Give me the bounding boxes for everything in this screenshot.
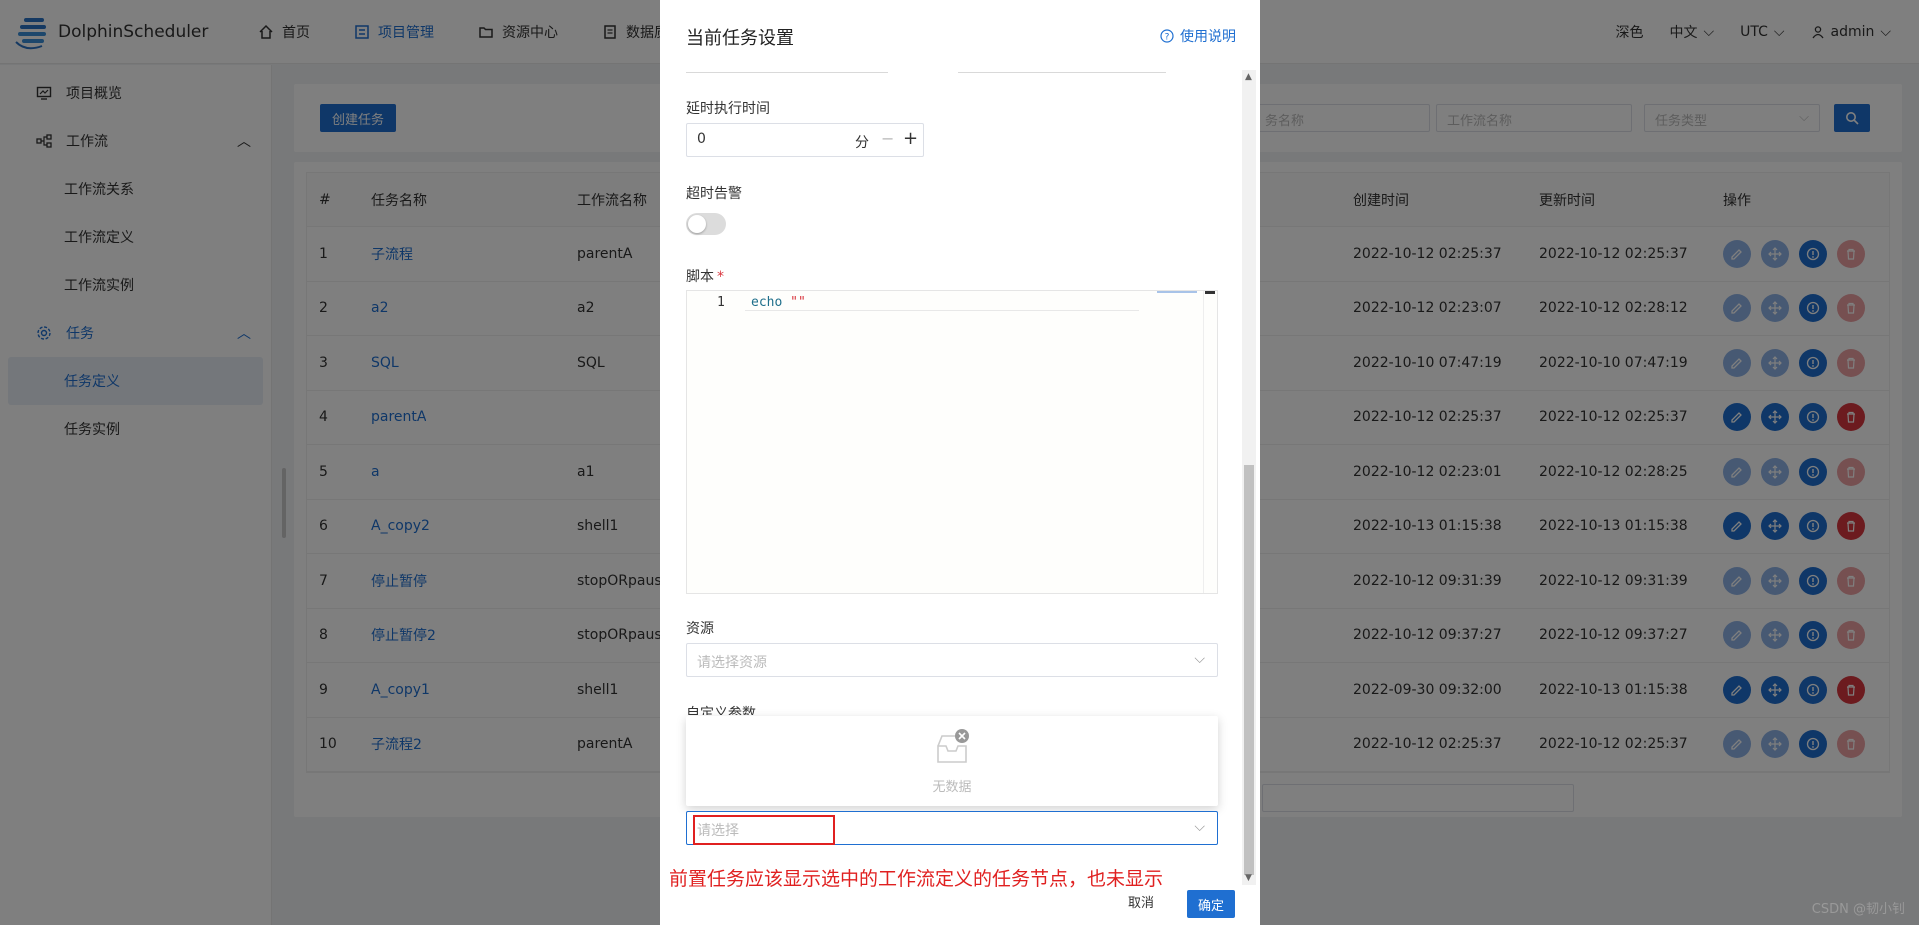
delay-time-value: 0	[697, 131, 706, 147]
drawer-title: 当前任务设置	[686, 28, 794, 49]
scroll-up-icon[interactable]: ▲	[1245, 72, 1252, 82]
line-number: 1	[717, 295, 725, 310]
help-link-label: 使用说明	[1180, 29, 1236, 45]
question-icon: ?	[1160, 29, 1174, 43]
timeout-alarm-label: 超时告警	[686, 186, 742, 202]
cancel-button[interactable]: 取消	[1128, 892, 1154, 911]
script-editor[interactable]: 1 echo ""	[686, 290, 1218, 594]
watermark: CSDN @韧小钊	[1811, 902, 1905, 917]
delay-time-input[interactable]: 0 分 − +	[686, 123, 924, 157]
task-settings-drawer: 当前任务设置 ? 使用说明 延时执行时间 0 分 − + 超时告警 脚本 * 1 …	[660, 0, 1260, 925]
script-label-text: 脚本	[686, 269, 714, 285]
scroll-down-icon[interactable]: ▼	[1245, 873, 1252, 883]
code-string: ""	[790, 295, 806, 310]
resource-placeholder: 请选择资源	[697, 655, 767, 671]
required-mark: *	[717, 269, 724, 285]
annotation-text: 前置任务应该显示选中的工作流定义的任务节点，也未显示	[669, 868, 1164, 890]
chevron-down-icon: ⌵	[1194, 651, 1205, 667]
timeout-alarm-switch[interactable]	[686, 213, 726, 235]
code-line: echo ""	[751, 295, 806, 310]
editor-scroll-marker	[1157, 291, 1197, 293]
confirm-button[interactable]: 确定	[1187, 890, 1235, 918]
plus-icon[interactable]: +	[903, 128, 918, 149]
drawer-scrollbar[interactable]: ▲ ▼	[1242, 70, 1256, 885]
drawer-scroll-thumb[interactable]	[1244, 465, 1254, 875]
script-label: 脚本 *	[686, 266, 724, 286]
delay-time-unit: 分	[855, 135, 869, 151]
resource-select[interactable]: 请选择资源 ⌵	[686, 643, 1218, 677]
editor-scrollbar[interactable]	[1203, 291, 1217, 593]
svg-text:?: ?	[1165, 33, 1170, 43]
field-underline	[686, 72, 888, 73]
minus-icon[interactable]: −	[881, 129, 894, 148]
help-link[interactable]: ? 使用说明	[1160, 26, 1236, 46]
code-keyword: echo	[751, 295, 783, 310]
empty-inbox-icon	[937, 729, 969, 763]
resource-label: 资源	[686, 621, 714, 637]
chevron-down-icon: ⌵	[1194, 819, 1205, 835]
empty-text: 无数据	[932, 780, 972, 795]
annotation-highlight-box	[693, 815, 835, 845]
field-underline	[958, 72, 1166, 73]
custom-param-label: 自定义参数	[686, 706, 756, 715]
pre-task-dropdown: 无数据	[686, 716, 1218, 806]
delay-time-label: 延时执行时间	[686, 101, 770, 117]
